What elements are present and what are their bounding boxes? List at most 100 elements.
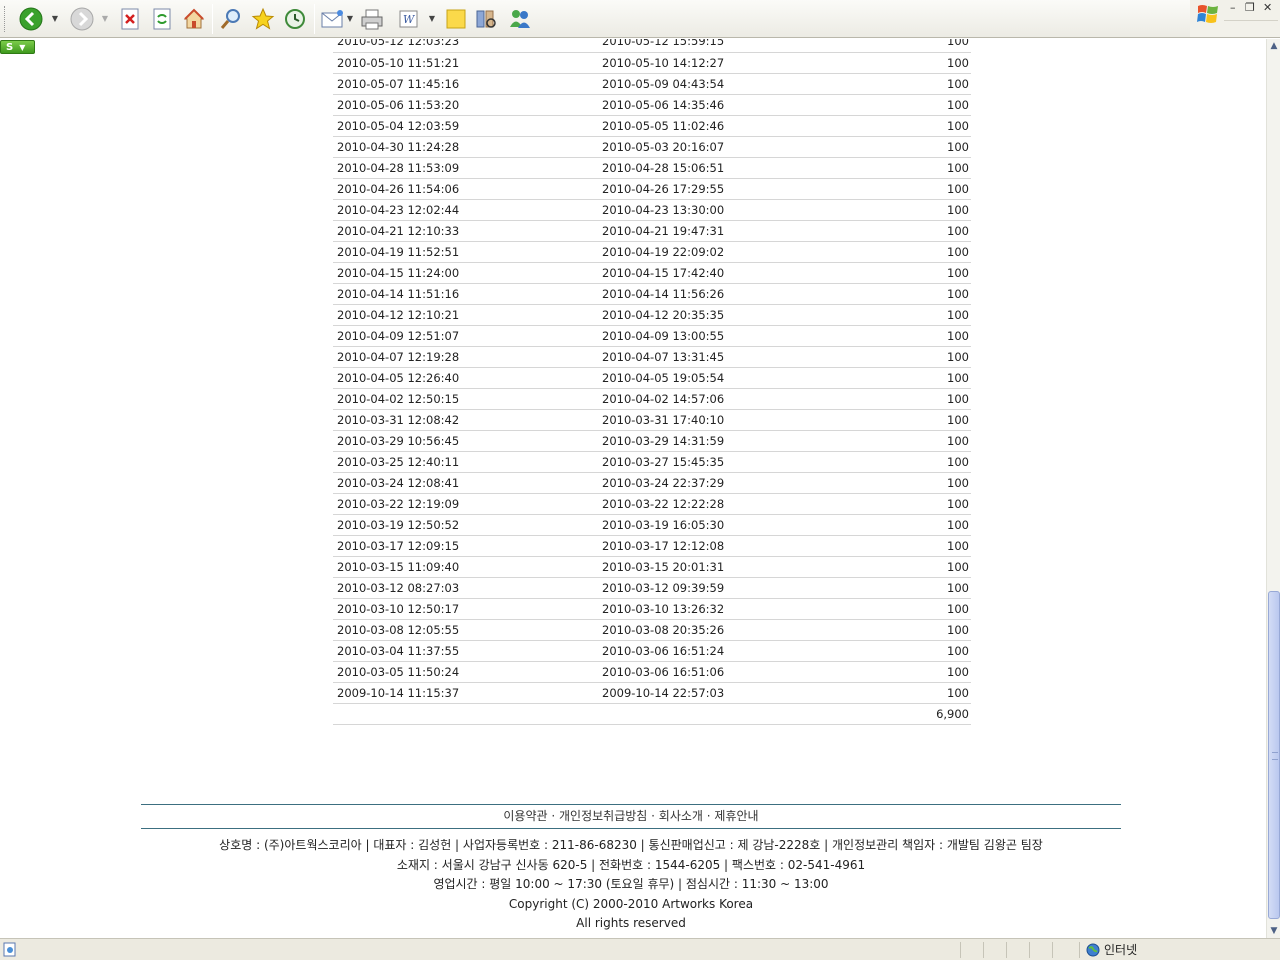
footer-link-partnership[interactable]: 제휴안내	[714, 809, 758, 823]
page-status-icon	[3, 942, 17, 957]
points-cell: 100	[871, 115, 971, 137]
end-time-cell: 2010-04-28 15:06:51	[602, 157, 871, 179]
footer-rights: All rights reserved	[576, 916, 686, 930]
print-icon[interactable]	[359, 6, 385, 32]
points-cell: 100	[871, 220, 971, 242]
refresh-icon[interactable]	[149, 6, 175, 32]
note-icon[interactable]	[443, 6, 469, 32]
start-time-cell: 2010-04-14 11:51:16	[333, 283, 602, 305]
favorites-icon[interactable]	[250, 6, 276, 32]
end-time-cell: 2010-04-26 17:29:55	[602, 178, 871, 200]
start-time-cell: 2010-05-04 12:03:59	[333, 115, 602, 137]
points-cell: 100	[871, 262, 971, 284]
points-cell: 100	[871, 640, 971, 662]
research-icon[interactable]	[473, 6, 499, 32]
footer-link-separator: ·	[547, 809, 560, 823]
start-time-cell: 2010-03-05 11:50:24	[333, 661, 602, 683]
end-time-cell: 2010-03-08 20:35:26	[602, 619, 871, 641]
start-time-cell: 2010-04-30 11:24:28	[333, 136, 602, 158]
chevron-down-icon: ▼	[19, 42, 26, 52]
end-time-cell: 2010-05-12 15:59:15	[602, 39, 871, 53]
table-row: 2010-04-14 11:51:16 2010-04-14 11:56:26 10…	[333, 283, 971, 305]
start-time-cell: 2010-04-21 12:10:33	[333, 220, 602, 242]
forward-dropdown-icon[interactable]: ▼	[101, 13, 109, 23]
points-cell: 100	[871, 157, 971, 179]
edit-icon[interactable]: W	[396, 6, 422, 32]
scrollbar-thumb[interactable]	[1268, 591, 1280, 919]
end-time-cell: 2010-03-29 14:31:59	[602, 430, 871, 452]
points-cell: 100	[871, 430, 971, 452]
end-time-cell: 2010-03-17 12:12:08	[602, 535, 871, 557]
history-icon[interactable]	[282, 6, 308, 32]
footer-link-separator: ·	[647, 809, 659, 823]
end-time-cell: 2010-03-24 22:37:29	[602, 472, 871, 494]
table-row: 2010-04-07 12:19:28 2010-04-07 13:31:45 10…	[333, 346, 971, 368]
start-time-cell: 2010-03-10 12:50:17	[333, 598, 602, 620]
start-time-cell: 2010-03-25 12:40:11	[333, 451, 602, 473]
table-row: 2010-03-10 12:50:17 2010-03-10 13:26:32 10…	[333, 598, 971, 620]
start-time-cell: 2010-04-26 11:54:06	[333, 178, 602, 200]
points-cell: 100	[871, 472, 971, 494]
points-cell: 100	[871, 367, 971, 389]
end-time-cell: 2010-03-06 16:51:06	[602, 661, 871, 683]
table-row: 2010-03-22 12:19:09 2010-03-22 12:22:28 10…	[333, 493, 971, 515]
total-empty-cell	[333, 703, 602, 725]
restore-button[interactable]: ❐	[1245, 1, 1255, 14]
window-control-area: – ❐ ✕	[1190, 0, 1280, 38]
mail-dropdown-icon[interactable]: ▼	[346, 13, 354, 23]
back-dropdown-icon[interactable]: ▼	[51, 13, 59, 23]
footer-link-about[interactable]: 회사소개	[659, 809, 703, 823]
minimize-button[interactable]: –	[1230, 1, 1236, 14]
close-button[interactable]: ✕	[1263, 1, 1272, 14]
edit-dropdown-icon[interactable]: ▼	[428, 13, 436, 23]
footer-link-privacy[interactable]: 개인정보취급방침	[559, 809, 647, 823]
points-cell: 100	[871, 94, 971, 116]
mail-icon[interactable]	[320, 6, 346, 32]
scroll-up-icon[interactable]: ▲	[1267, 39, 1280, 53]
table-row: 2010-05-07 11:45:16 2010-05-09 04:43:54 10…	[333, 73, 971, 95]
points-cell: 100	[871, 73, 971, 95]
start-time-cell: 2010-03-12 08:27:03	[333, 577, 602, 599]
status-bar: 인터넷	[0, 938, 1280, 960]
status-divider	[983, 942, 984, 958]
search-icon[interactable]	[218, 6, 244, 32]
scroll-down-icon[interactable]: ▼	[1267, 924, 1280, 938]
end-time-cell: 2010-05-03 20:16:07	[602, 136, 871, 158]
messenger-icon[interactable]	[507, 6, 533, 32]
table-row: 2010-03-25 12:40:11 2010-03-27 15:45:35 10…	[333, 451, 971, 473]
table-row: 2010-04-05 12:26:40 2010-04-05 19:05:54 10…	[333, 367, 971, 389]
status-divider	[1052, 942, 1053, 958]
start-time-cell: 2010-04-15 11:24:00	[333, 262, 602, 284]
security-zone-label: 인터넷	[1104, 943, 1138, 957]
start-time-cell: 2010-04-12 12:10:21	[333, 304, 602, 326]
start-time-cell: 2010-03-19 12:50:52	[333, 514, 602, 536]
vertical-scrollbar[interactable]: ▲ ▼	[1266, 39, 1280, 938]
table-row: 2010-04-21 12:10:33 2010-04-21 19:47:31 10…	[333, 220, 971, 242]
addon-s-button[interactable]: S ▼	[0, 40, 35, 54]
stop-icon[interactable]	[117, 6, 143, 32]
points-cell: 100	[871, 178, 971, 200]
forward-icon[interactable]	[69, 6, 95, 32]
end-time-cell: 2010-04-02 14:57:06	[602, 388, 871, 410]
end-time-cell: 2010-03-10 13:26:32	[602, 598, 871, 620]
points-cell: 100	[871, 493, 971, 515]
table-row: 2010-03-24 12:08:41 2010-03-24 22:37:29 10…	[333, 472, 971, 494]
points-cell: 100	[871, 682, 971, 704]
start-time-cell: 2010-03-17 12:09:15	[333, 535, 602, 557]
points-cell: 100	[871, 619, 971, 641]
status-divider	[1029, 942, 1030, 958]
footer-copyright: Copyright (C) 2000-2010 Artworks Korea	[508, 896, 754, 911]
start-time-cell: 2010-04-09 12:51:07	[333, 325, 602, 347]
footer-nav: 이용약관 · 개인정보취급방침 · 회사소개 · 제휴안내	[141, 804, 1121, 829]
end-time-cell: 2010-05-06 14:35:46	[602, 94, 871, 116]
footer-link-terms[interactable]: 이용약관	[503, 809, 547, 823]
end-time-cell: 2010-03-12 09:39:59	[602, 577, 871, 599]
toolbar-grip[interactable]	[4, 6, 7, 32]
table-row: 2010-04-26 11:54:06 2010-04-26 17:29:55 10…	[333, 178, 971, 200]
home-icon[interactable]	[181, 6, 207, 32]
footer-address-line: 소재지 : 서울시 강남구 신사동 620-5 | 전화번호 : 1544-62…	[396, 857, 866, 872]
status-divider	[1079, 942, 1080, 958]
table-row: 2010-03-31 12:08:42 2010-03-31 17:40:10 10…	[333, 409, 971, 431]
end-time-cell: 2010-05-09 04:43:54	[602, 73, 871, 95]
back-icon[interactable]	[18, 6, 44, 32]
